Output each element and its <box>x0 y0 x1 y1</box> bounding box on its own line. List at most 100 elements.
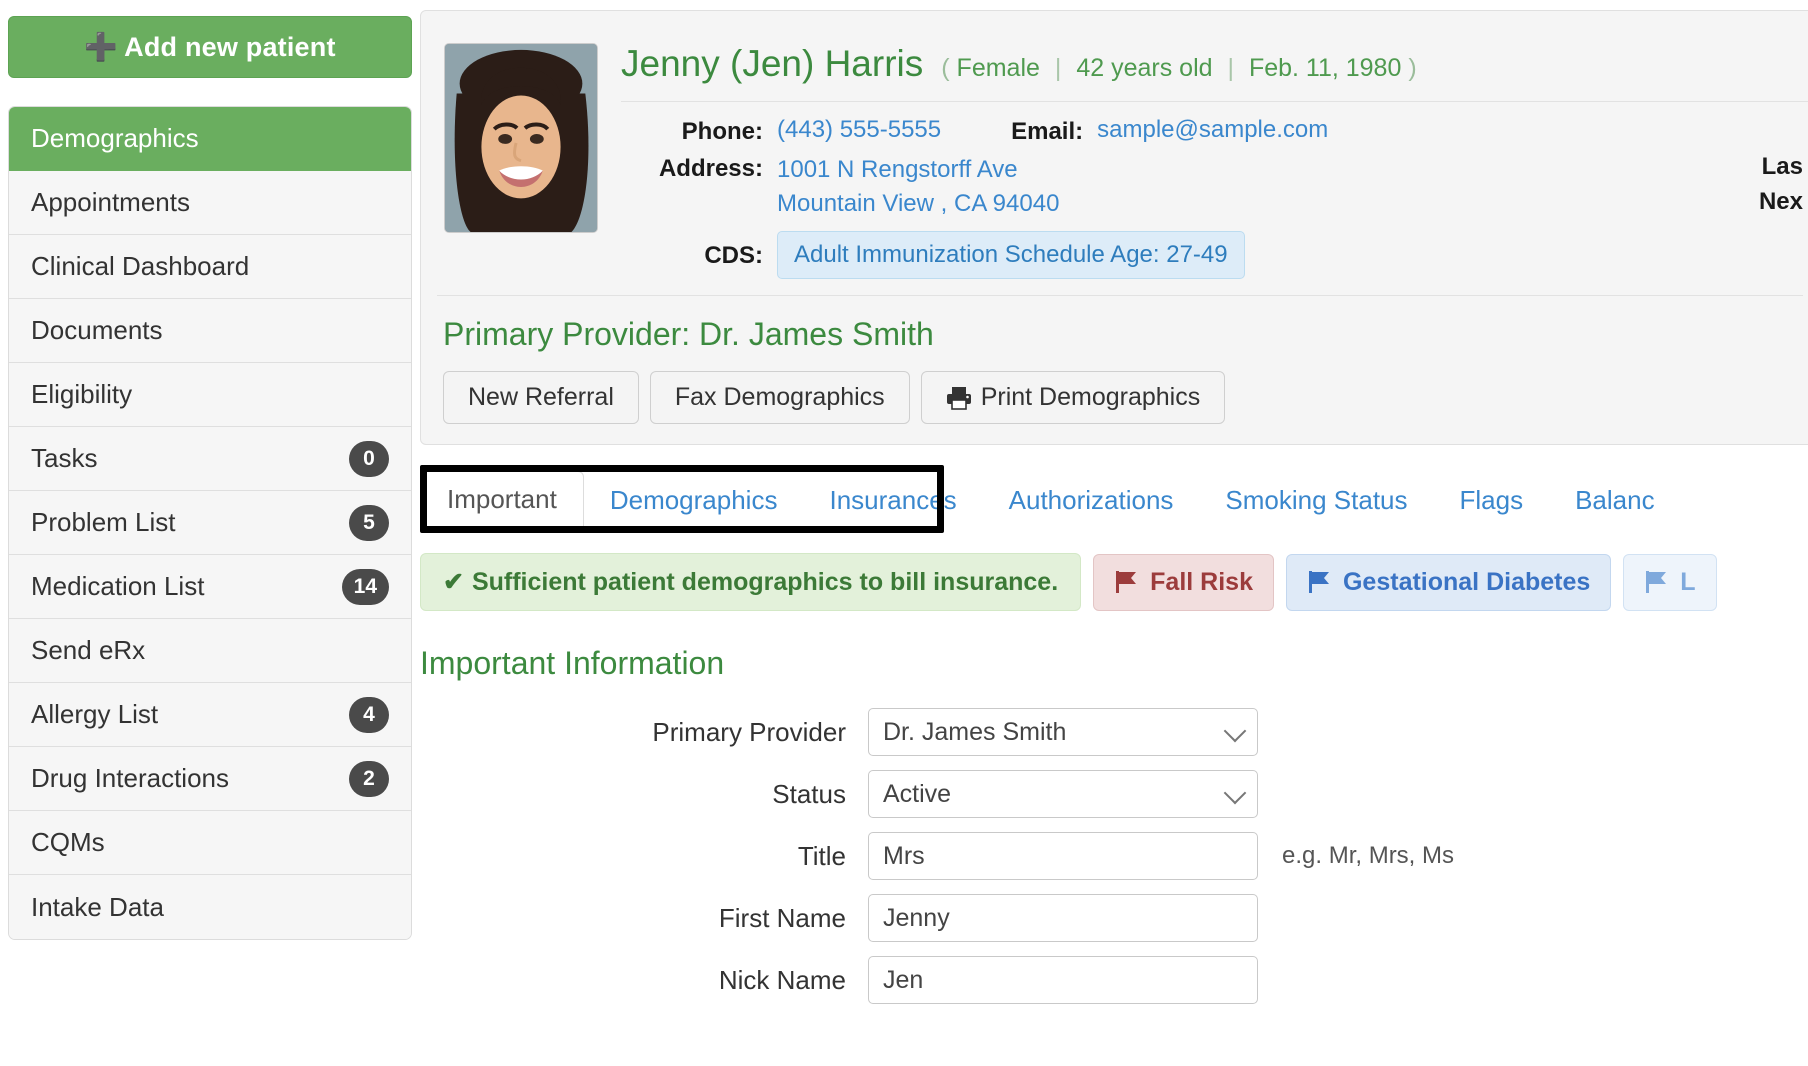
tab-insurances[interactable]: Insurances <box>803 473 982 527</box>
last-appointment-label: Las <box>1761 153 1803 180</box>
sidebar-item-label: Allergy List <box>31 699 159 729</box>
sidebar-nav: Demographics Appointments Clinical Dashboa… <box>8 106 412 940</box>
important-information-form: Primary Provider Dr. James Smith Status Act… <box>420 708 1808 1005</box>
sidebar-item-label: CQMs <box>31 827 105 857</box>
field-value: Jen <box>883 965 924 994</box>
sidebar-item-label: Demographics <box>31 123 199 153</box>
sidebar-item-clinical-dashboard[interactable]: Clinical Dashboard <box>9 235 411 299</box>
patient-meta-close-paren: ) <box>1408 54 1417 82</box>
patient-gender: Female <box>956 54 1040 82</box>
cds-label: CDS: <box>704 242 763 270</box>
flag-icon <box>1644 570 1670 594</box>
sidebar-item-label: Appointments <box>31 187 190 217</box>
sidebar-item-badge: 14 <box>341 568 389 605</box>
primary-provider-heading: Primary Provider: Dr. James Smith <box>443 316 934 353</box>
sidebar-item-drug-interactions[interactable]: Drug Interactions 2 <box>9 747 411 811</box>
section-title: Important Information <box>420 645 725 682</box>
sidebar-item-label: Intake Data <box>31 891 164 922</box>
flag-icon <box>1114 570 1140 594</box>
address-row: Address: 1001 N Rengstorff Ave Mountain … <box>621 153 1328 221</box>
flag-badge-label: L <box>1680 567 1696 596</box>
fax-demographics-button[interactable]: Fax Demographics <box>649 371 910 425</box>
sidebar-item-label: Tasks <box>31 443 98 473</box>
sidebar-item-badge: 2 <box>349 760 389 797</box>
check-icon: ✔ <box>443 568 464 597</box>
field-label-nick-name: Nick Name <box>718 964 846 995</box>
flag-badge-label: Fall Risk <box>1150 567 1253 596</box>
input-title[interactable]: Mrs <box>868 832 1258 881</box>
select-primary-provider[interactable]: Dr. James Smith <box>868 708 1258 757</box>
printer-icon <box>946 386 972 410</box>
tab-flags[interactable]: Flags <box>1434 473 1550 527</box>
sidebar-item-label: Eligibility <box>31 379 133 409</box>
field-label-primary-provider: Primary Provider <box>652 716 846 747</box>
sidebar-item-cqms[interactable]: CQMs <box>9 811 411 875</box>
form-row: Status Active <box>420 770 1808 819</box>
chevron-down-icon <box>1223 781 1247 805</box>
tab-authorizations[interactable]: Authorizations <box>983 473 1200 527</box>
sidebar-item-tasks[interactable]: Tasks 0 <box>9 427 411 491</box>
cds-row: CDS: Adult Immunization Schedule Age: 27… <box>621 231 1328 280</box>
flag-badge-gestational-diabetes[interactable]: Gestational Diabetes <box>1285 553 1612 611</box>
patient-meta-open-paren: ( <box>941 54 950 82</box>
alert-row: ✔ Sufficient patient demographics to bill… <box>420 553 1808 612</box>
app-root: ➕ Add new patient Demographics Appointment… <box>0 0 1808 1066</box>
phone-label: Phone: <box>681 118 763 145</box>
form-row: Title Mrs e.g. Mr, Mrs, Ms <box>420 832 1808 881</box>
sufficient-demographics-alert: ✔ Sufficient patient demographics to bill… <box>420 553 1082 612</box>
phone-value[interactable]: (443) 555-5555 <box>777 116 941 144</box>
address-line-1[interactable]: 1001 N Rengstorff Ave <box>777 153 1059 187</box>
new-referral-button[interactable]: New Referral <box>443 371 639 425</box>
select-status[interactable]: Active <box>868 770 1258 819</box>
sidebar-item-documents[interactable]: Documents <box>9 299 411 363</box>
address-line-2[interactable]: Mountain View , CA 94040 <box>777 187 1059 221</box>
patient-name[interactable]: Jenny (Jen) Harris <box>621 43 923 85</box>
meta-separator-1: | <box>1054 54 1062 82</box>
sidebar-item-label: Drug Interactions <box>31 763 229 793</box>
sidebar-item-send-erx[interactable]: Send eRx <box>9 619 411 683</box>
field-value: Dr. James Smith <box>883 717 1067 746</box>
plus-icon: ➕ <box>84 32 119 62</box>
sidebar-item-demographics[interactable]: Demographics <box>9 107 411 171</box>
print-demographics-button[interactable]: Print Demographics <box>920 371 1226 425</box>
flag-badge-label: Gestational Diabetes <box>1342 567 1591 596</box>
tabs-container: Important Demographics Insurances Authoriza… <box>420 465 1808 535</box>
flag-badge-fall-risk[interactable]: Fall Risk <box>1093 553 1274 611</box>
form-row: Primary Provider Dr. James Smith <box>420 708 1808 757</box>
tab-demographics[interactable]: Demographics <box>584 473 804 527</box>
sidebar-item-label: Problem List <box>31 507 176 537</box>
meta-separator-2: | <box>1227 54 1234 82</box>
form-row: First Name Jenny <box>420 894 1808 943</box>
tab-important[interactable]: Important <box>420 471 584 528</box>
cds-badge[interactable]: Adult Immunization Schedule Age: 27-49 <box>777 231 1245 280</box>
sidebar-item-label: Send eRx <box>31 635 146 665</box>
field-label-title: Title <box>797 840 846 871</box>
sidebar-item-eligibility[interactable]: Eligibility <box>9 363 411 427</box>
email-value[interactable]: sample@sample.com <box>1097 116 1328 144</box>
new-referral-label: New Referral <box>468 383 614 412</box>
add-new-patient-button[interactable]: ➕ Add new patient <box>8 16 412 78</box>
patient-action-buttons: New Referral Fax Demographics Print Demo… <box>421 353 1808 444</box>
sidebar-item-intake-data[interactable]: Intake Data <box>9 875 411 939</box>
field-value: Active <box>883 779 952 808</box>
sidebar-item-badge: 4 <box>349 696 389 733</box>
patient-name-row: Jenny (Jen) Harris ( Female | 42 years o… <box>621 29 1808 102</box>
input-nick-name[interactable]: Jen <box>868 956 1258 1005</box>
phone-row: Phone: (443) 555-5555 Email: sample@samp… <box>621 116 1329 146</box>
next-appointment-label: Nex <box>1758 187 1803 215</box>
sidebar: ➕ Add new patient Demographics Appointment… <box>0 0 412 1066</box>
tab-balanc[interactable]: Balanc <box>1549 473 1681 527</box>
input-first-name[interactable]: Jenny <box>868 894 1258 943</box>
patient-summary-card: Jenny (Jen) Harris ( Female | 42 years o… <box>420 10 1808 446</box>
sidebar-item-problem-list[interactable]: Problem List 5 <box>9 491 411 555</box>
flag-badge-l[interactable]: L <box>1623 553 1717 611</box>
field-hint: e.g. Mr, Mrs, Ms <box>1282 842 1455 870</box>
field-value: Mrs <box>883 841 925 870</box>
patient-contact-details: Phone: (443) 555-5555 Email: sample@samp… <box>621 102 1808 295</box>
sidebar-item-allergy-list[interactable]: Allergy List 4 <box>9 683 411 747</box>
sidebar-item-appointments[interactable]: Appointments <box>9 171 411 235</box>
sidebar-item-medication-list[interactable]: Medication List 14 <box>9 555 411 619</box>
sidebar-item-label: Medication List <box>31 571 205 601</box>
tab-smoking-status[interactable]: Smoking Status <box>1199 473 1433 527</box>
form-row: Nick Name Jen <box>420 956 1808 1005</box>
